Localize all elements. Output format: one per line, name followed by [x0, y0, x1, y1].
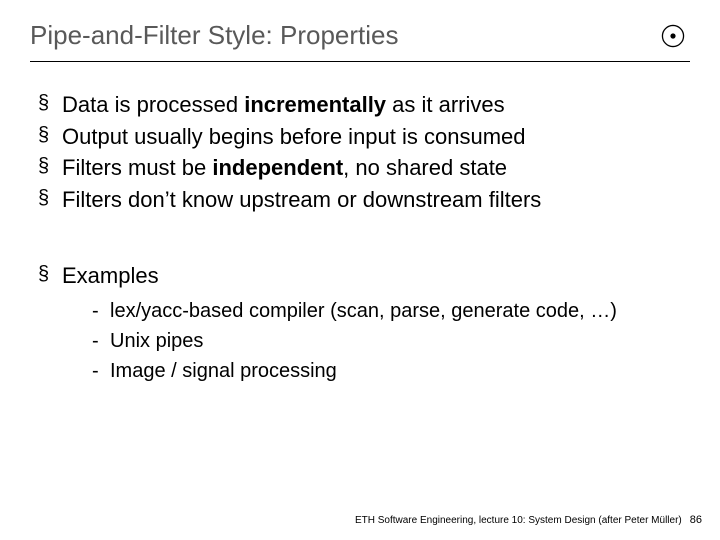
- text: Unix pipes: [110, 330, 203, 352]
- slide-body: Data is processed incrementally as it ar…: [30, 62, 690, 386]
- text-bold: incrementally: [244, 92, 386, 117]
- sub-item: lex/yacc-based compiler (scan, parse, ge…: [92, 296, 690, 326]
- sub-list: lex/yacc-based compiler (scan, parse, ge…: [62, 296, 690, 386]
- sub-item: Unix pipes: [92, 326, 690, 356]
- bullet-item: Output usually begins before input is co…: [38, 122, 690, 152]
- spacer: [30, 217, 690, 261]
- header: Pipe-and-Filter Style: Properties: [30, 20, 690, 51]
- sub-item: Image / signal processing: [92, 356, 690, 386]
- text: , no shared state: [343, 155, 507, 180]
- slide-title: Pipe-and-Filter Style: Properties: [30, 20, 398, 51]
- text: Image / signal processing: [110, 360, 337, 382]
- examples-list: Examples lex/yacc-based compiler (scan, …: [30, 261, 690, 387]
- text: Examples: [62, 263, 159, 288]
- footer-credit: ETH Software Engineering, lecture 10: Sy…: [355, 515, 682, 526]
- slide: Pipe-and-Filter Style: Properties Data i…: [0, 0, 720, 540]
- text: Filters must be: [62, 155, 212, 180]
- text: lex/yacc-based compiler (scan, parse, ge…: [110, 300, 617, 322]
- bullet-list: Data is processed incrementally as it ar…: [30, 90, 690, 215]
- page-number: 86: [690, 514, 702, 526]
- text: Output usually begins before input is co…: [62, 124, 526, 149]
- text-bold: independent: [212, 155, 343, 180]
- bullet-item: Filters don’t know upstream or downstrea…: [38, 185, 690, 215]
- bullet-item: Data is processed incrementally as it ar…: [38, 90, 690, 120]
- text: Data is processed: [62, 92, 244, 117]
- bullet-item: Filters must be independent, no shared s…: [38, 153, 690, 183]
- text: Filters don’t know upstream or downstrea…: [62, 187, 541, 212]
- logo-icon: [660, 23, 686, 49]
- bullet-item: Examples lex/yacc-based compiler (scan, …: [38, 261, 690, 387]
- text: as it arrives: [386, 92, 505, 117]
- footer: ETH Software Engineering, lecture 10: Sy…: [355, 514, 702, 526]
